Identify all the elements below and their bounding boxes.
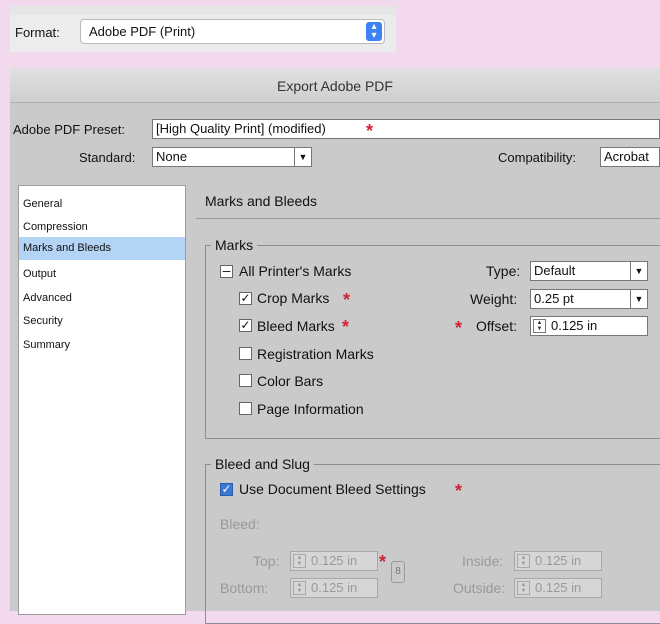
bleed-outside-value: 0.125 in xyxy=(535,580,582,595)
page-information-checkbox[interactable] xyxy=(239,402,252,415)
compatibility-dropdown[interactable]: Acrobat xyxy=(600,147,660,167)
compatibility-value: Acrobat xyxy=(604,149,649,164)
chevron-down-icon: ▼ xyxy=(630,290,647,308)
bleed-marks-checkbox[interactable]: ✓ xyxy=(239,319,252,332)
crop-marks-label: Crop Marks xyxy=(257,290,330,306)
sidebar-item-general[interactable]: General xyxy=(19,193,185,216)
offset-field[interactable]: ▲ ▼ 0.125 in xyxy=(530,316,648,336)
star-marker: * xyxy=(455,481,463,501)
format-bar-strip xyxy=(10,6,396,15)
marks-group-title: Marks xyxy=(211,237,258,253)
use-document-bleed-checkbox[interactable]: ✓ xyxy=(220,483,233,496)
bottom-label: Bottom: xyxy=(220,580,269,596)
stepper-icon[interactable]: ▲ ▼ xyxy=(293,581,306,595)
all-printers-marks-checkbox[interactable]: – xyxy=(220,263,233,278)
chain-link-icon[interactable]: 8 xyxy=(391,561,405,583)
crop-marks-checkbox[interactable]: ✓ xyxy=(239,292,252,305)
registration-marks-checkbox[interactable] xyxy=(239,347,252,360)
color-bars-checkbox[interactable] xyxy=(239,374,252,387)
bleed-marks-label: Bleed Marks xyxy=(257,318,335,334)
format-select-value: Adobe PDF (Print) xyxy=(89,24,196,39)
standard-dropdown[interactable]: None ▼ xyxy=(152,147,312,167)
use-document-bleed-label: Use Document Bleed Settings xyxy=(239,481,426,497)
content-panel: Marks and Bleeds Marks – All Printer's M… xyxy=(196,185,660,624)
star-marker: * xyxy=(343,290,351,310)
color-bars-label: Color Bars xyxy=(257,373,324,389)
sidebar-item-output[interactable]: Output xyxy=(19,263,185,286)
top-label: Top: xyxy=(253,553,280,569)
preset-dropdown[interactable]: [High Quality Print] (modified) xyxy=(152,119,660,139)
stepper-icon[interactable]: ▲ ▼ xyxy=(517,581,530,595)
type-label: Type: xyxy=(486,263,521,279)
chevron-down-icon: ▼ xyxy=(630,262,647,280)
bleed-top-field[interactable]: ▲ ▼ 0.125 in xyxy=(290,551,378,571)
stepper-icon[interactable]: ▲ ▼ xyxy=(533,319,546,333)
bleed-top-value: 0.125 in xyxy=(311,553,358,568)
weight-label: Weight: xyxy=(470,291,518,307)
chevron-down-icon: ▼ xyxy=(294,148,311,166)
standard-value: None xyxy=(156,149,188,164)
standard-label: Standard: xyxy=(79,150,136,165)
chevron-updown-icon: ▴ ▾ xyxy=(366,22,382,41)
star-marker: * xyxy=(342,317,350,337)
registration-marks-label: Registration Marks xyxy=(257,346,374,362)
sidebar-item-compression[interactable]: Compression xyxy=(19,216,185,239)
page-information-label: Page Information xyxy=(257,401,364,417)
type-dropdown[interactable]: Default ▼ xyxy=(530,261,648,281)
compatibility-label: Compatibility: xyxy=(498,150,577,165)
panel-divider xyxy=(196,218,660,219)
inside-label: Inside: xyxy=(462,553,504,569)
star-marker: * xyxy=(455,318,463,338)
panel-title: Marks and Bleeds xyxy=(205,193,318,209)
star-marker: * xyxy=(366,121,374,141)
sidebar: General Compression Marks and Bleeds Out… xyxy=(18,185,186,615)
sidebar-item-summary[interactable]: Summary xyxy=(19,334,185,357)
sidebar-item-advanced[interactable]: Advanced xyxy=(19,287,185,310)
bleed-group-title: Bleed and Slug xyxy=(211,456,314,472)
bleed-label: Bleed: xyxy=(220,516,260,532)
weight-value: 0.25 pt xyxy=(534,291,574,306)
bleed-bottom-field[interactable]: ▲ ▼ 0.125 in xyxy=(290,578,378,598)
outside-label: Outside: xyxy=(453,580,506,596)
all-printers-marks-label: All Printer's Marks xyxy=(239,263,352,279)
star-marker: * xyxy=(379,552,387,572)
bleed-inside-field[interactable]: ▲ ▼ 0.125 in xyxy=(514,551,602,571)
preset-value: [High Quality Print] (modified) xyxy=(156,121,326,136)
bleed-bottom-value: 0.125 in xyxy=(311,580,358,595)
stepper-icon[interactable]: ▲ ▼ xyxy=(517,554,530,568)
sidebar-item-security[interactable]: Security xyxy=(19,310,185,333)
format-label: Format: xyxy=(15,25,60,40)
stepper-icon[interactable]: ▲ ▼ xyxy=(293,554,306,568)
export-dialog: Export Adobe PDF Adobe PDF Preset: [High… xyxy=(10,68,660,624)
dialog-title: Export Adobe PDF xyxy=(10,68,660,103)
bleed-outside-field[interactable]: ▲ ▼ 0.125 in xyxy=(514,578,602,598)
offset-value: 0.125 in xyxy=(551,318,598,333)
preset-label: Adobe PDF Preset: xyxy=(13,122,125,137)
weight-dropdown[interactable]: 0.25 pt ▼ xyxy=(530,289,648,309)
offset-label: Offset: xyxy=(476,318,517,334)
sidebar-item-marks-and-bleeds[interactable]: Marks and Bleeds xyxy=(19,237,185,260)
format-select[interactable]: Adobe PDF (Print) ▴ ▾ xyxy=(80,19,385,44)
type-value: Default xyxy=(534,263,576,278)
bleed-inside-value: 0.125 in xyxy=(535,553,582,568)
